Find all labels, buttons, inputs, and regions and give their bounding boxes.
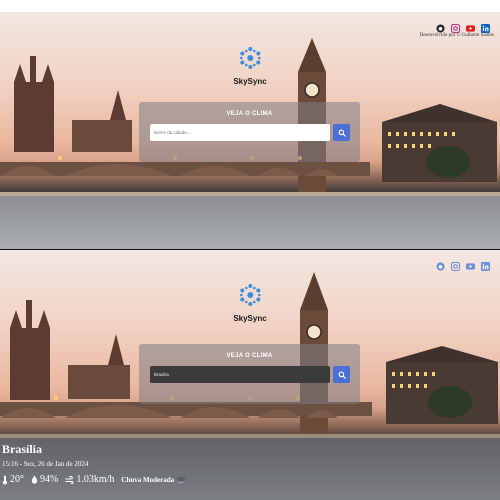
search-icon <box>338 129 346 137</box>
snowflake-icon <box>239 284 261 306</box>
wind-icon <box>65 475 74 484</box>
linkedin-icon[interactable] <box>481 24 490 33</box>
weather-metrics: 20° 94% 1.03km/h Chuva Moderada <box>2 474 186 485</box>
wind-metric: 1.03km/h <box>65 474 114 485</box>
search-button[interactable] <box>333 124 350 141</box>
app-logo: SkySync <box>233 282 267 323</box>
humidity-value: 94% <box>40 474 59 485</box>
app-name: SkySync <box>233 77 267 86</box>
temperature-metric: 20° <box>2 474 24 485</box>
search-icon <box>338 371 346 379</box>
social-links <box>436 262 490 271</box>
thermometer-icon <box>3 475 7 484</box>
city-search-input[interactable] <box>150 124 330 141</box>
screen-results: SkySync VEJA O CLIMA Brasília 15:16 - Se… <box>0 250 500 500</box>
rain-cloud-icon <box>177 476 186 484</box>
screen-initial: Desenvolvido por © Gulherm Santos SkySyn… <box>0 12 500 249</box>
search-button[interactable] <box>333 366 350 383</box>
date-time: 15:16 - Sex, 26 de Jan de 2024 <box>2 460 89 468</box>
linkedin-icon[interactable] <box>481 262 490 271</box>
app-logo: SkySync <box>233 45 267 86</box>
weather-result: Brasília 15:16 - Sex, 26 de Jan de 2024 … <box>2 442 186 485</box>
developer-credit: Desenvolvido por © Gulherm Santos <box>419 33 494 38</box>
github-icon[interactable] <box>436 262 445 271</box>
instagram-icon[interactable] <box>451 262 460 271</box>
youtube-icon[interactable] <box>466 24 475 33</box>
city-search-input[interactable] <box>150 366 330 383</box>
wind-value: 1.03km/h <box>76 474 115 485</box>
temperature-value: 20° <box>10 474 24 485</box>
instagram-icon[interactable] <box>451 24 460 33</box>
youtube-icon[interactable] <box>466 262 475 271</box>
snowflake-icon <box>239 47 261 69</box>
search-title: VEJA O CLIMA <box>226 111 273 117</box>
app-name: SkySync <box>233 314 267 323</box>
search-panel: VEJA O CLIMA <box>139 102 360 162</box>
condition-label: Chuva Moderada <box>121 475 175 484</box>
search-title: VEJA O CLIMA <box>226 353 273 359</box>
condition-metric: Chuva Moderada <box>121 476 186 484</box>
social-links <box>436 24 490 33</box>
github-icon[interactable] <box>436 24 445 33</box>
search-panel: VEJA O CLIMA <box>139 344 360 404</box>
city-name: Brasília <box>2 442 43 456</box>
humidity-metric: 94% <box>31 474 58 485</box>
droplet-icon <box>31 475 38 484</box>
